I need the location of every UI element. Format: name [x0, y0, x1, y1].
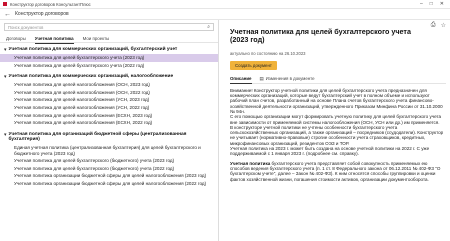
list-item[interactable]: Учетная политика организации бюджетной с…	[0, 180, 218, 188]
chevron-down-icon[interactable]: ▾	[4, 47, 7, 53]
group-header[interactable]: ▾ Учетная политика для организаций бюдже…	[0, 130, 218, 144]
group-title: Учетная политика для организаций бюджетн…	[8, 131, 187, 143]
list-item[interactable]: Учетная политика для целей налогообложен…	[0, 119, 218, 127]
paragraph: Учетная политика на 2023 г. может быть с…	[230, 146, 430, 157]
tab-changes-label: Изменения в документе	[265, 76, 315, 82]
document-icon: ▤	[259, 76, 264, 82]
chevron-down-icon[interactable]: ▾	[4, 132, 7, 138]
paragraph: В конструкторе учетной политики не учтен…	[230, 124, 444, 146]
list-item[interactable]: Учетная политика для целей бухгалтерског…	[0, 165, 218, 173]
paragraph-warning: Внимание! Конструктор учетной политики д…	[230, 87, 443, 114]
tab-accounting-policy[interactable]: Учетная политика	[34, 34, 74, 44]
paragraph: С его помощью организации могут формиров…	[230, 114, 442, 125]
close-icon[interactable]: ✕	[440, 1, 444, 7]
left-tabs: Договоры Учетная политика Мои проекты	[0, 34, 218, 44]
list-group: ▾ Учетная политика для коммерческих орга…	[0, 45, 218, 69]
list-item[interactable]: Учетная политика для целей налогообложен…	[0, 96, 218, 104]
minimize-icon[interactable]: –	[420, 1, 423, 7]
window-title: Конструктор договоров КонсультантПлюс	[10, 1, 91, 7]
list-item[interactable]: Учетная политика для целей налогообложен…	[0, 104, 218, 112]
group-header[interactable]: ▾ Учетная политика для коммерческих орга…	[0, 72, 218, 81]
list-group: ▾ Учетная политика для организаций бюдже…	[0, 130, 218, 188]
list-item[interactable]: Учетная политика для целей бухгалтерског…	[0, 157, 218, 165]
document-title: Учетная политика для целей бухгалтерског…	[230, 27, 411, 45]
list-group: ▾ Учетная политика для коммерческих орга…	[0, 72, 218, 127]
search-input[interactable]: Поиск документов ⌕	[4, 23, 214, 31]
search-icon[interactable]: ⌕	[207, 24, 210, 30]
document-list: ▾ Учетная политика для коммерческих орга…	[0, 43, 218, 188]
left-panel: Поиск документов ⌕ Договоры Учетная поли…	[0, 20, 219, 241]
section: Учетная политика бухгалтерского учета пр…	[230, 161, 446, 182]
document-toolbar: ⎙ ☆	[431, 22, 446, 29]
window-titlebar: Конструктор договоров КонсультантПлюс – …	[0, 0, 450, 9]
back-arrow-icon[interactable]: ←	[4, 11, 11, 18]
document-tabs: Описание ▤ Изменения в документе	[230, 75, 446, 85]
tab-description[interactable]: Описание	[230, 75, 252, 85]
bookmark-icon[interactable]: ☆	[441, 22, 446, 29]
group-title: Учетная политика для коммерческих органи…	[8, 47, 178, 52]
section-title: Учетная политика	[230, 160, 271, 166]
document-description: Внимание! Конструктор учетной политики д…	[230, 88, 446, 182]
print-icon[interactable]: ⎙	[431, 22, 436, 29]
app-header: ← Конструктор договоров	[0, 9, 450, 20]
list-item[interactable]: Учетная политика организации бюджетной с…	[0, 172, 218, 180]
list-item[interactable]: Учетная политика для целей бухгалтерског…	[0, 54, 218, 62]
chevron-down-icon[interactable]: ▾	[4, 74, 7, 80]
list-item[interactable]: Учетная политика для целей налогообложен…	[0, 112, 218, 120]
list-item[interactable]: Учетная политика для целей налогообложен…	[0, 81, 218, 89]
create-document-button[interactable]: Создать документ	[230, 60, 277, 70]
tab-changes[interactable]: ▤ Изменения в документе	[260, 75, 315, 83]
list-item[interactable]: Единая учетная политика (централизованна…	[0, 144, 218, 157]
document-panel: ⎙ ☆ Учетная политика для целей бухгалтер…	[220, 20, 450, 241]
app-icon	[3, 2, 7, 6]
search-placeholder: Поиск документов	[8, 24, 44, 30]
group-title: Учетная политика для коммерческих органи…	[8, 74, 174, 80]
tab-contracts[interactable]: Договоры	[6, 34, 26, 43]
tab-my-projects[interactable]: Мои проекты	[83, 34, 110, 43]
maximize-icon[interactable]: □	[430, 1, 433, 7]
list-item[interactable]: Учетная политика для целей налогообложен…	[0, 89, 218, 97]
page-title: Конструктор договоров	[15, 11, 69, 17]
group-header[interactable]: ▾ Учетная политика для коммерческих орга…	[0, 45, 218, 54]
list-item[interactable]: Учетная политика для целей бухгалтерског…	[0, 62, 218, 70]
document-date: актуально по состоянию на 26.10.2023	[230, 50, 306, 56]
